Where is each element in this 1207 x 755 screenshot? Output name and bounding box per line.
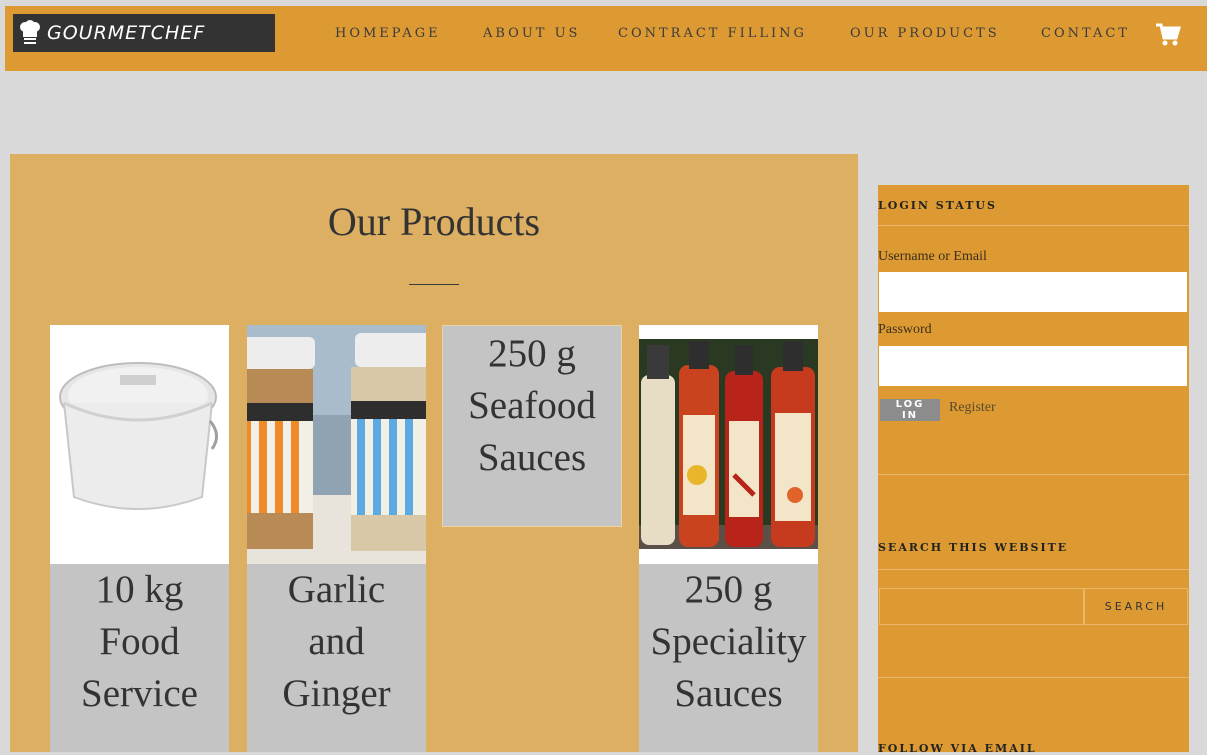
product-label-line: and: [308, 620, 365, 663]
product-card-seafood-sauces[interactable]: 250 g Seafood Sauces: [442, 325, 622, 527]
divider: [878, 225, 1189, 226]
product-image-bottles[interactable]: [639, 325, 818, 564]
product-label: 250 g Speciality Sauces: [639, 564, 818, 752]
site-logo[interactable]: GOURMETCHEF: [13, 14, 275, 52]
product-label-line: Speciality: [650, 620, 807, 663]
product-label-line: Service: [81, 672, 198, 715]
product-label-line: Ginger: [282, 672, 391, 715]
nav-homepage[interactable]: HOMEPAGE: [335, 26, 441, 41]
password-input[interactable]: [879, 346, 1187, 386]
product-label-line: Seafood: [468, 384, 596, 427]
product-label-line: Food: [99, 620, 180, 663]
username-label: Username or Email: [878, 249, 987, 264]
login-button[interactable]: LOG IN: [880, 399, 940, 421]
divider: [878, 569, 1189, 570]
login-status-title: LOGIN STATUS: [878, 199, 997, 212]
divider: [878, 677, 1189, 678]
search-title: SEARCH THIS WEBSITE: [878, 541, 1069, 554]
product-label-line: 250 g: [684, 568, 773, 611]
follow-email-title: FOLLOW VIA EMAIL: [878, 742, 1037, 755]
brand-name: GOURMETCHEF: [47, 22, 206, 44]
bottles-image: [639, 325, 818, 564]
product-label: 250 g Seafood Sauces: [443, 326, 621, 526]
nav-about-us[interactable]: ABOUT US: [483, 26, 580, 41]
site-header: GOURMETCHEF HOMEPAGE ABOUT US CONTRACT F…: [5, 6, 1207, 71]
product-label: Garlic and Ginger: [247, 564, 426, 752]
product-image-jars[interactable]: [247, 325, 426, 564]
product-label-line: Sauces: [477, 436, 587, 479]
product-label-line: Garlic: [287, 568, 386, 611]
search-input[interactable]: [879, 588, 1084, 625]
divider: [878, 474, 1189, 475]
product-label: 10 kg Food Service: [50, 564, 229, 752]
product-card-food-service[interactable]: 10 kg Food Service: [50, 325, 229, 752]
shopping-cart-icon[interactable]: [1155, 23, 1181, 47]
page-title: Our Products: [327, 199, 541, 244]
title-divider: [409, 284, 459, 285]
sidebar: LOGIN STATUS Username or Email Password …: [878, 185, 1189, 755]
bucket-image: [50, 325, 229, 564]
register-link[interactable]: Register: [949, 400, 996, 416]
username-input[interactable]: [879, 272, 1187, 312]
jars-image: [247, 325, 426, 564]
product-card-speciality-sauces[interactable]: 250 g Speciality Sauces: [639, 325, 818, 752]
search-button[interactable]: SEARCH: [1084, 588, 1188, 625]
product-image-bucket[interactable]: [50, 325, 229, 564]
nav-our-products[interactable]: OUR PRODUCTS: [850, 26, 1000, 41]
nav-contract-filling[interactable]: CONTRACT FILLING: [618, 26, 807, 41]
product-label-line: Sauces: [674, 672, 783, 715]
product-label-line: 250 g: [488, 332, 576, 375]
nav-contact[interactable]: CONTACT: [1041, 26, 1130, 41]
product-label-line: 10 kg: [95, 568, 184, 611]
password-label: Password: [878, 322, 932, 337]
chef-hat-icon: [20, 20, 40, 44]
product-card-garlic-ginger[interactable]: Garlic and Ginger: [247, 325, 426, 752]
